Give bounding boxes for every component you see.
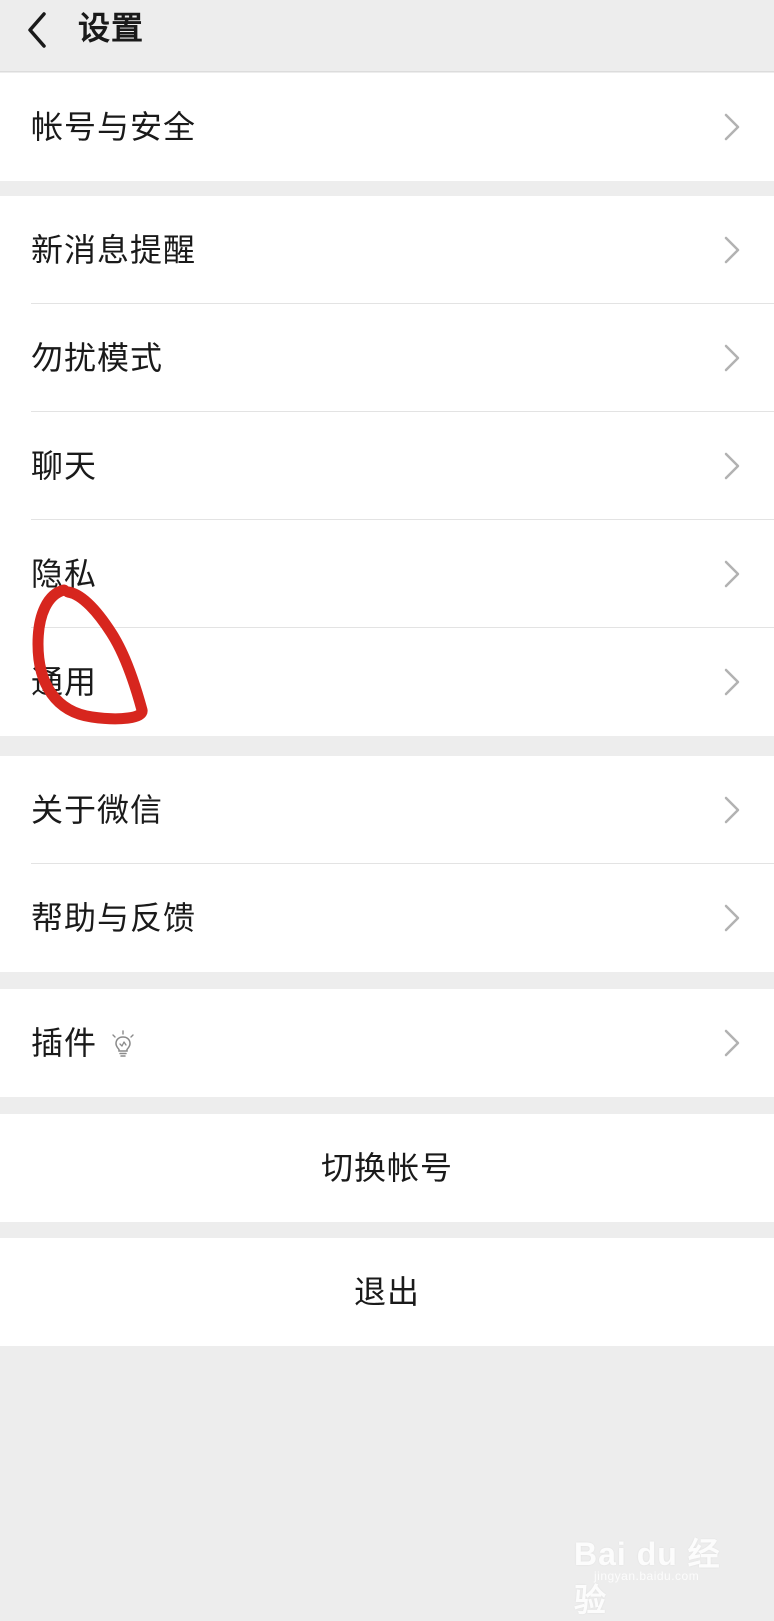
chevron-right-icon xyxy=(724,796,740,824)
switch-account-group: 切换帐号 xyxy=(0,1114,774,1222)
settings-item-new-message-alert[interactable]: 新消息提醒 xyxy=(0,196,774,304)
navigation-bar: 设置 xyxy=(0,0,774,72)
page-title: 设置 xyxy=(78,9,145,47)
settings-item-chat[interactable]: 聊天 xyxy=(0,412,774,520)
settings-item-label: 隐私 xyxy=(31,555,98,593)
baidu-jingyan-watermark: Bai du 经验 jingyan.baidu.com xyxy=(574,1525,734,1618)
settings-group-main: 新消息提醒 勿扰模式 聊天 隐私 通用 xyxy=(0,196,774,736)
chevron-right-icon xyxy=(724,668,740,696)
chevron-left-icon xyxy=(28,12,46,48)
settings-group-account: 帐号与安全 xyxy=(0,73,774,181)
settings-item-label: 帮助与反馈 xyxy=(31,899,197,937)
logout-button[interactable]: 退出 xyxy=(0,1238,774,1346)
watermark-site: jingyan.baidu.com xyxy=(594,1569,700,1583)
settings-item-label: 聊天 xyxy=(31,447,98,485)
chevron-right-icon xyxy=(724,236,740,264)
settings-item-do-not-disturb[interactable]: 勿扰模式 xyxy=(0,304,774,412)
settings-item-label: 关于微信 xyxy=(31,791,164,829)
settings-item-label: 通用 xyxy=(31,663,98,701)
chevron-right-icon xyxy=(724,452,740,480)
settings-item-label: 帐号与安全 xyxy=(31,108,197,146)
settings-item-label: 勿扰模式 xyxy=(31,339,164,377)
chevron-right-icon xyxy=(724,904,740,932)
settings-item-general[interactable]: 通用 xyxy=(0,628,774,736)
settings-item-label: 新消息提醒 xyxy=(31,231,197,269)
logout-group: 退出 xyxy=(0,1238,774,1346)
settings-item-account-security[interactable]: 帐号与安全 xyxy=(0,73,774,181)
switch-account-button[interactable]: 切换帐号 xyxy=(0,1114,774,1222)
settings-item-help-feedback[interactable]: 帮助与反馈 xyxy=(0,864,774,972)
chevron-right-icon xyxy=(724,113,740,141)
chevron-right-icon xyxy=(724,344,740,372)
settings-item-privacy[interactable]: 隐私 xyxy=(0,520,774,628)
lightbulb-icon xyxy=(112,1030,134,1057)
back-button[interactable] xyxy=(20,10,60,50)
chevron-right-icon xyxy=(724,1029,740,1057)
settings-group-plugins: 插件 xyxy=(0,989,774,1097)
settings-group-about: 关于微信 帮助与反馈 xyxy=(0,756,774,972)
settings-item-about-wechat[interactable]: 关于微信 xyxy=(0,756,774,864)
settings-item-plugins[interactable]: 插件 xyxy=(0,989,774,1097)
chevron-right-icon xyxy=(724,560,740,588)
settings-item-label: 插件 xyxy=(31,1024,98,1062)
